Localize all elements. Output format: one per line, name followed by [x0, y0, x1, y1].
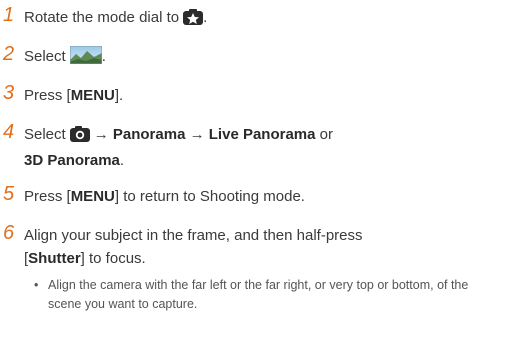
step-number: 6	[3, 222, 15, 244]
step-number: 4	[3, 121, 15, 143]
step-number: 2	[3, 43, 15, 65]
menu-key-label: MENU	[70, 188, 115, 205]
camera-menu-icon	[69, 126, 90, 149]
step-text: Press [MENU] to return to Shooting mode.	[24, 188, 305, 205]
step-number: 5	[3, 183, 15, 205]
menu-key-label: MENU	[70, 87, 115, 104]
bullet-mark: •	[34, 278, 39, 292]
option-live-panorama: Live Panorama	[208, 126, 316, 143]
option-panorama: Panorama	[112, 126, 186, 143]
bullet-text: Align the camera with the far left or th…	[48, 278, 469, 311]
shutter-key-label: Shutter	[28, 250, 81, 267]
scene-mode-dial-icon	[183, 9, 204, 32]
step-text: Rotate the mode dial to .	[24, 6, 207, 32]
step-number: 1	[3, 4, 15, 26]
step-text: Select → Panorama → Live Panorama or 3D …	[24, 126, 333, 169]
option-3d-panorama: 3D Panorama	[24, 152, 120, 169]
step-text: Align your subject in the frame, and the…	[24, 227, 363, 267]
step-text: Select .	[24, 45, 106, 71]
panorama-landscape-icon	[69, 45, 103, 71]
step-text: Press [MENU].	[24, 87, 124, 104]
step-number: 3	[3, 82, 15, 104]
